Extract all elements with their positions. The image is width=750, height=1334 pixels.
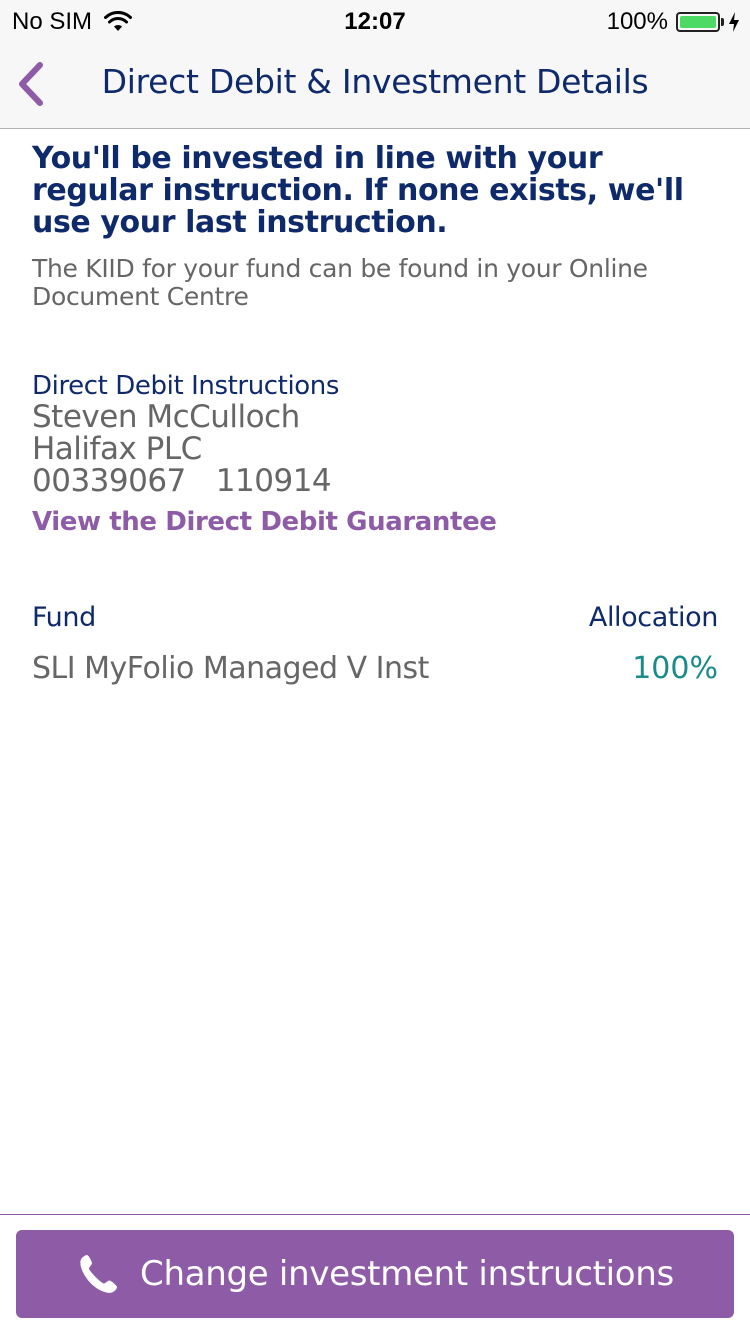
direct-debit-guarantee-link[interactable]: View the Direct Debit Guarantee: [32, 505, 497, 539]
page-title: Direct Debit & Investment Details: [101, 62, 649, 101]
allocation-column-header: Allocation: [588, 602, 719, 633]
fund-allocation: 100%: [632, 651, 718, 686]
account-name: Steven McCulloch: [32, 399, 300, 435]
bottom-divider: [0, 1214, 750, 1215]
nav-bar: Direct Debit & Investment Details: [0, 40, 750, 129]
change-investment-instructions-button[interactable]: Change investment instructions: [16, 1230, 734, 1318]
battery-percent: 100%: [606, 8, 668, 35]
sort-code: 110914: [215, 463, 332, 499]
charging-bolt-icon: [729, 12, 739, 32]
direct-debit-section: Direct Debit Instructions Steven McCullo…: [32, 371, 722, 539]
account-number: 00339067: [32, 463, 186, 499]
fund-name: SLI MyFolio Managed V Inst: [32, 651, 429, 686]
table-row: SLI MyFolio Managed V Inst 100%: [32, 651, 718, 687]
phone-icon: [80, 1255, 118, 1293]
bank-name: Halifax PLC: [32, 431, 202, 467]
intro-heading: You'll be invested in line with your reg…: [32, 141, 684, 240]
battery-icon: [676, 11, 724, 33]
account-details: 00339067 110914: [32, 465, 722, 497]
status-right: 100%: [607, 8, 740, 36]
change-investment-instructions-label: Change investment instructions: [140, 1254, 674, 1294]
screen: No SIM 12:07 100% Direct Debit & Investm…: [0, 0, 750, 1334]
fund-table: Fund Allocation SLI MyFolio Managed V In…: [32, 601, 718, 687]
kiid-note: The KIID for your fund can be found in y…: [32, 254, 648, 311]
fund-column-header: Fund: [32, 602, 96, 633]
fund-table-header: Fund Allocation: [32, 601, 718, 635]
status-bar: No SIM 12:07 100%: [0, 0, 750, 40]
direct-debit-heading: Direct Debit Instructions: [32, 371, 340, 401]
main-content: You'll be invested in line with your reg…: [32, 143, 722, 687]
